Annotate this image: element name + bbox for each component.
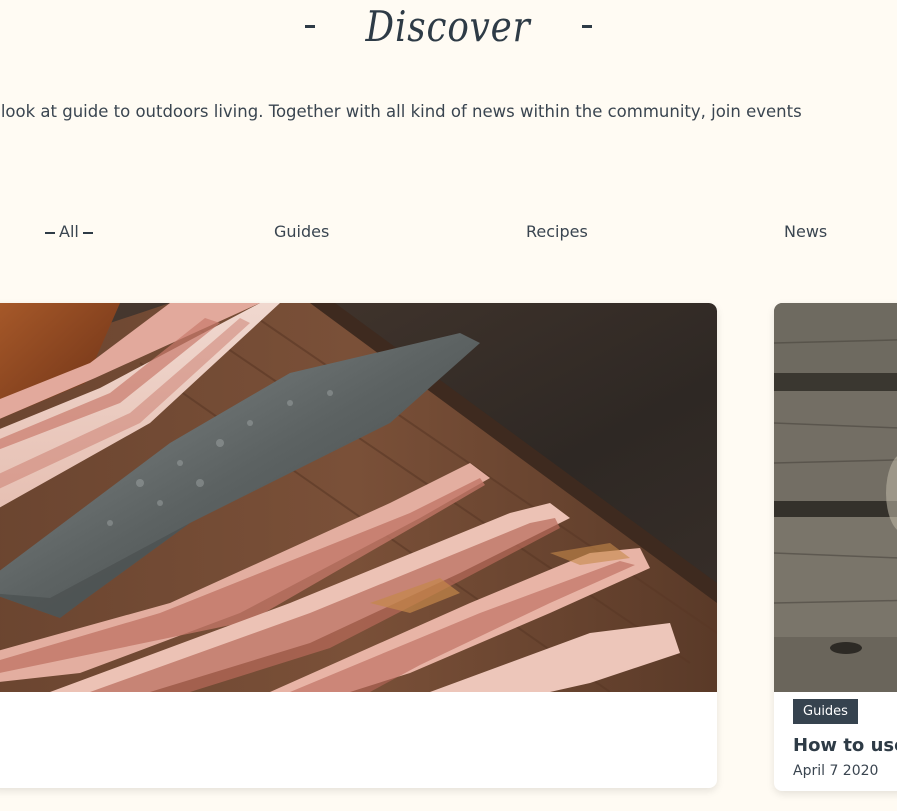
category-filters: All Guides Recipes News bbox=[0, 222, 897, 246]
page-title: Discover bbox=[365, 2, 532, 51]
title-left-dash bbox=[305, 24, 316, 28]
bacon-and-knife-photo bbox=[0, 303, 717, 692]
title-right-dash bbox=[581, 24, 592, 28]
wood-grill-photo bbox=[774, 303, 897, 692]
card-date: April 7 2020 bbox=[793, 763, 879, 779]
filter-recipes-label: Recipes bbox=[526, 222, 588, 241]
card-title[interactable]: How to use bbox=[793, 735, 897, 756]
active-indicator-left bbox=[45, 231, 55, 234]
filter-news[interactable]: News bbox=[784, 222, 827, 241]
filter-guides[interactable]: Guides bbox=[274, 222, 329, 241]
active-indicator-right bbox=[82, 231, 93, 234]
filter-news-label: News bbox=[784, 222, 828, 241]
filter-recipes[interactable]: Recipes bbox=[526, 222, 588, 241]
discover-page: Discover Search for recipes and look at … bbox=[0, 0, 897, 811]
category-tag: Guides bbox=[793, 699, 858, 724]
filter-all-label: All bbox=[59, 222, 79, 241]
filter-all[interactable]: All bbox=[41, 222, 97, 241]
intro-text: Search for recipes and look at guide to … bbox=[0, 102, 802, 121]
article-card[interactable]: Guides How to use April 7 2020 bbox=[774, 303, 897, 791]
article-card[interactable] bbox=[0, 303, 717, 788]
section-title: Discover bbox=[0, 2, 897, 51]
filter-guides-label: Guides bbox=[274, 222, 330, 241]
